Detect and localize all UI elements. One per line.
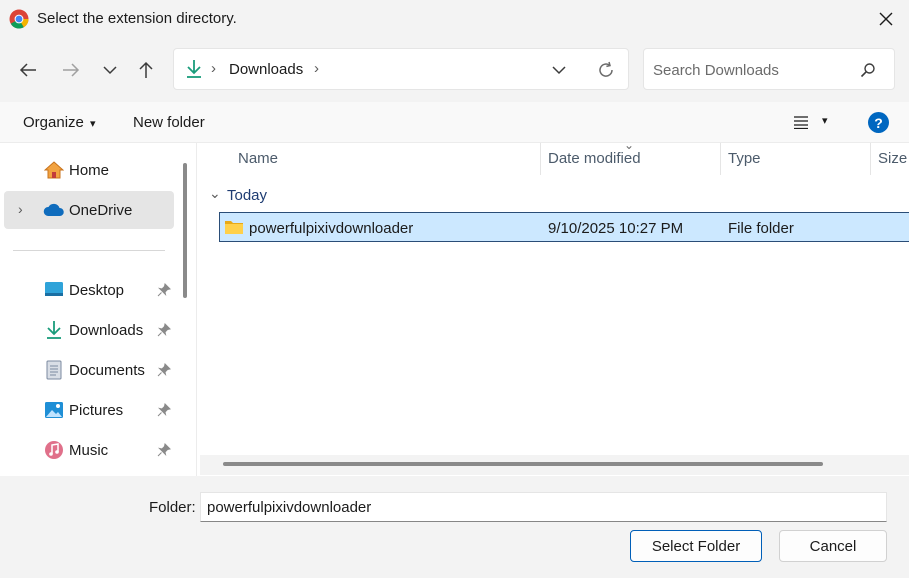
refresh-button[interactable] [591,55,621,85]
breadcrumb-downloads[interactable]: Downloads [229,61,303,78]
cloud-icon [43,203,64,216]
sidebar-item-pictures[interactable]: Pictures [4,391,174,429]
column-header-size[interactable]: Size [878,150,907,167]
sidebar-item-label: Downloads [69,322,144,339]
pin-icon[interactable] [157,443,171,457]
column-header-name[interactable]: Name [238,150,278,167]
pin-icon[interactable] [157,363,171,377]
cancel-button[interactable]: Cancel [779,530,887,562]
chevron-down-icon [103,66,117,75]
downloads-icon [187,60,201,78]
sidebar-item-label: Desktop [69,282,125,299]
help-icon[interactable]: ? [868,112,889,133]
horizontal-scrollbar-thumb[interactable] [223,462,823,466]
sidebar-item-desktop[interactable]: Desktop [4,271,174,309]
sidebar-item-onedrive[interactable]: › OneDrive [4,191,174,229]
sidebar-item-home[interactable]: Home [4,151,174,189]
sidebar-item-label: Music [69,442,109,459]
search-icon[interactable] [860,62,876,78]
select-folder-button[interactable]: Select Folder [630,530,762,562]
sidebar-item-documents[interactable]: Documents [4,351,174,389]
folder-name-input[interactable] [200,492,887,522]
search-input[interactable]: Search Downloads [653,62,779,79]
forward-arrow-icon [63,63,80,77]
caret-down-icon: ▾ [822,115,828,127]
up-arrow-icon [139,61,153,78]
file-type: File folder [728,220,794,237]
back-arrow-icon [19,63,36,77]
downloads-icon [47,321,61,339]
sidebar-item-label: Home [69,162,110,179]
organize-button[interactable]: Organize ▾ [23,114,96,131]
chrome-icon [9,9,29,29]
close-icon [879,12,893,26]
sidebar-item-downloads[interactable]: Downloads [4,311,174,349]
folder-icon [225,221,243,234]
pictures-icon [45,402,63,418]
new-folder-button[interactable]: New folder [133,114,205,131]
pin-icon[interactable] [157,283,171,297]
pin-icon[interactable] [157,403,171,417]
file-date-modified: 9/10/2025 10:27 PM [548,220,684,237]
file-list [196,143,909,476]
documents-icon [46,360,62,380]
breadcrumb-separator: › [211,60,216,77]
sidebar-scrollbar[interactable] [183,163,187,298]
group-header-today[interactable]: Today [227,187,267,204]
folder-label: Folder: [149,499,196,516]
file-name: powerfulpixivdownloader [249,220,414,237]
forward-button[interactable] [56,55,86,85]
recent-locations-button[interactable] [95,55,125,85]
column-divider[interactable] [870,143,871,175]
refresh-icon [599,61,613,77]
music-icon [45,441,63,459]
column-divider[interactable] [720,143,721,175]
sidebar-item-music[interactable]: Music [4,431,174,469]
column-header-date-modified[interactable]: Date modified [548,150,641,167]
caret-down-icon: ▾ [90,118,96,130]
chevron-down-icon [552,66,566,75]
sidebar-item-label: Documents [69,362,145,379]
sidebar-divider [13,250,165,251]
back-button[interactable] [13,55,43,85]
desktop-icon [45,282,63,296]
up-button[interactable] [131,55,161,85]
home-icon [44,161,64,179]
window-title: Select the extension directory. [37,10,237,27]
organize-label: Organize [23,114,84,131]
column-header-type[interactable]: Type [728,150,761,167]
view-options-button[interactable]: ▾ [786,108,836,136]
sidebar-item-label: OneDrive [69,202,133,219]
chevron-right-icon[interactable]: › [18,201,23,217]
breadcrumb-trailing-chevron[interactable]: › [314,60,319,77]
close-button[interactable] [870,6,902,32]
column-divider[interactable] [540,143,541,175]
pin-icon[interactable] [157,323,171,337]
list-view-icon [794,116,808,129]
group-collapse-chevron-icon[interactable]: ⌄ [209,185,221,202]
sidebar-item-label: Pictures [69,402,124,419]
address-dropdown-button[interactable] [544,55,574,85]
